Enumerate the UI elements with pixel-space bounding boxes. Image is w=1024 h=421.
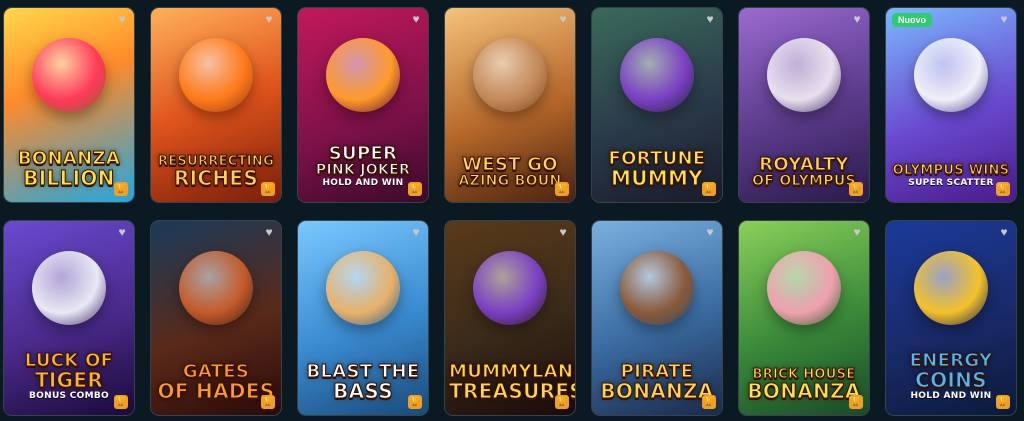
game-card-gates-of-hades[interactable]: ♥ Gates of Hades 🏆 [150,220,282,416]
game-character-art [32,251,106,325]
game-title-line1: Olympus Wins [892,163,1010,178]
game-title: Gates of Hades [155,362,277,403]
game-subtitle: Super Scatter [908,178,994,188]
game-character-art [326,38,400,112]
game-title: Fortune Mummy [596,149,718,190]
trophy-icon: 🏆 [702,182,716,196]
game-character-art [620,38,694,112]
favorite-heart-icon[interactable]: ♥ [998,13,1010,25]
game-card-blast-the-bass[interactable]: ♥ Blast the Bass 🏆 [297,220,429,416]
trophy-icon: 🏆 [996,182,1010,196]
trophy-icon: 🏆 [114,182,128,196]
game-title: Mummyland Treasures [449,362,576,403]
game-title-line2: Bonanza [747,379,861,403]
game-title: Brick House Bonanza [743,368,865,403]
favorite-heart-icon[interactable]: ♥ [851,13,863,25]
game-title-line1: Super [328,143,398,164]
game-title: Energy Coins Hold and Win [890,351,1012,401]
game-title: Blast the Bass [302,362,424,403]
game-character-art [326,251,400,325]
game-card-royalty-of-olympus[interactable]: ♥ Royalty of Olympus 🏆 [738,7,870,203]
trophy-icon: 🏆 [996,395,1010,409]
game-card-brick-house-bonanza[interactable]: ♥ Brick House Bonanza 🏆 [738,220,870,416]
game-title: Super Pink Joker Hold and Win [302,143,424,188]
game-title-line2: Pink Joker [315,162,411,178]
game-title: West Go azing Boun [449,154,571,189]
game-subtitle: Hold and Win [322,178,404,188]
game-character-art [473,38,547,112]
game-card-luck-of-tiger[interactable]: ♥ Luck of Tiger Bonus Combo 🏆 [3,220,135,416]
game-title-line2: Bass [333,379,394,403]
favorite-heart-icon[interactable]: ♥ [557,226,569,238]
game-title-line1: Royalty [759,154,849,175]
game-title-line2: Bonanza [600,379,714,403]
game-card-fortune-mummy[interactable]: ♥ Fortune Mummy 🏆 [591,7,723,203]
game-character-art [620,251,694,325]
game-title: Bonanza Billion [8,149,130,190]
favorite-heart-icon[interactable]: ♥ [410,13,422,25]
favorite-heart-icon[interactable]: ♥ [557,13,569,25]
favorite-heart-icon[interactable]: ♥ [116,226,128,238]
game-title-line2: Riches [173,166,259,190]
game-title-line2: azing Boun [458,173,562,189]
game-title-line2: of Olympus [752,173,856,189]
game-title: Royalty of Olympus [743,154,865,189]
favorite-heart-icon[interactable]: ♥ [998,226,1010,238]
trophy-icon: 🏆 [849,395,863,409]
trophy-icon: 🏆 [261,182,275,196]
favorite-heart-icon[interactable]: ♥ [116,13,128,25]
game-title: Pirate Bonanza [596,362,718,403]
game-title: Luck of Tiger Bonus Combo [8,351,130,401]
trophy-icon: 🏆 [114,395,128,409]
game-title-line2: Treasures [449,379,576,403]
game-title-line1: West Go [462,154,559,175]
new-badge: Nuovo [892,13,932,27]
game-title-line2: of Hades [157,379,275,403]
game-card-pirate-bonanza[interactable]: ♥ Pirate Bonanza 🏆 [591,220,723,416]
game-character-art [767,38,841,112]
game-character-art [914,251,988,325]
game-title: Resurrecting Riches [155,155,277,190]
favorite-heart-icon[interactable]: ♥ [851,226,863,238]
game-card-super-pink-joker[interactable]: ♥ Super Pink Joker Hold and Win 🏆 [297,7,429,203]
game-character-art [179,251,253,325]
favorite-heart-icon[interactable]: ♥ [704,13,716,25]
game-character-art [179,38,253,112]
trophy-icon: 🏆 [849,182,863,196]
game-card-wild-west-gold[interactable]: ♥ West Go azing Boun 🏆 [444,7,576,203]
trophy-icon: 🏆 [408,395,422,409]
game-character-art [914,38,988,112]
game-card-olympus-wins[interactable]: Nuovo ♥ Olympus Wins Super Scatter 🏆 [885,7,1017,203]
game-card-mummyland-treasures[interactable]: ♥ Mummyland Treasures 🏆 [444,220,576,416]
trophy-icon: 🏆 [261,395,275,409]
game-card-resurrecting-riches[interactable]: ♥ Resurrecting Riches 🏆 [150,7,282,203]
game-title-line2: Tiger [34,368,104,392]
game-character-art [32,38,106,112]
game-subtitle: Bonus Combo [29,391,109,401]
trophy-icon: 🏆 [702,395,716,409]
favorite-heart-icon[interactable]: ♥ [704,226,716,238]
game-character-art [473,251,547,325]
game-character-art [767,251,841,325]
game-title-line2: Coins [915,368,987,392]
game-title-line2: Mummy [611,166,704,190]
favorite-heart-icon[interactable]: ♥ [263,13,275,25]
trophy-icon: 🏆 [555,395,569,409]
favorite-heart-icon[interactable]: ♥ [263,226,275,238]
game-subtitle: Hold and Win [910,391,992,401]
favorite-heart-icon[interactable]: ♥ [410,226,422,238]
trophy-icon: 🏆 [408,182,422,196]
game-title: Olympus Wins Super Scatter [890,164,1012,188]
game-title-line2: Billion [23,166,115,190]
game-card-bonanza-billion[interactable]: ♥ Bonanza Billion 🏆 [3,7,135,203]
game-card-energy-coins[interactable]: ♥ Energy Coins Hold and Win 🏆 [885,220,1017,416]
trophy-icon: 🏆 [555,182,569,196]
game-grid: ♥ Bonanza Billion 🏆 ♥ Resurrecting Riches 🏆 ♥ Sup… [3,7,1024,421]
